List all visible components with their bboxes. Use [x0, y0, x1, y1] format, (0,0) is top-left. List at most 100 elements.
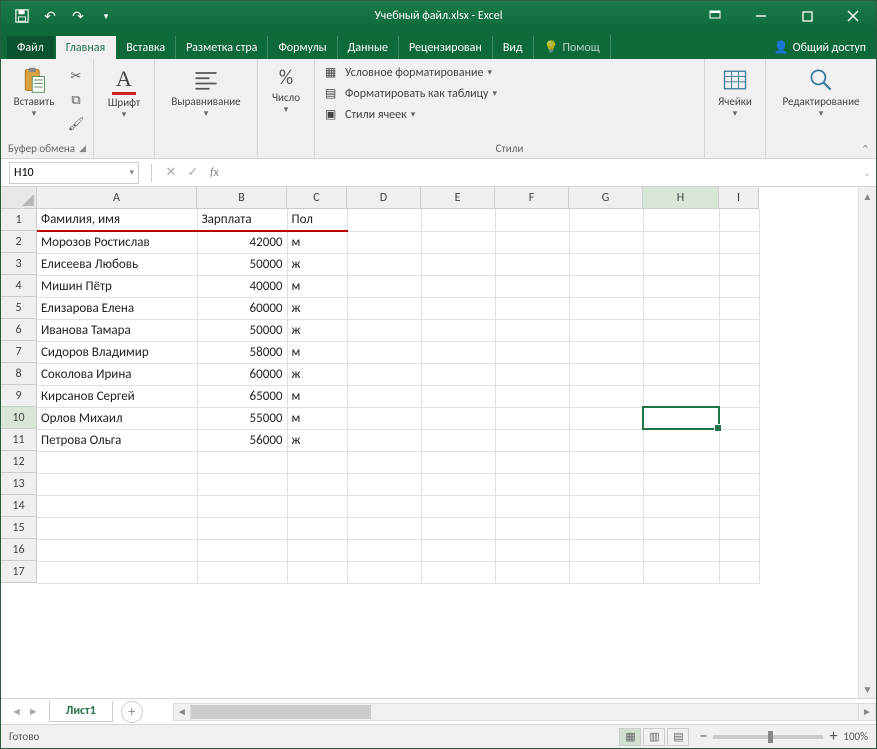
cell[interactable] — [495, 297, 569, 319]
cell[interactable]: 60000 — [197, 363, 287, 385]
cell[interactable]: м — [287, 231, 347, 253]
cell[interactable] — [569, 407, 643, 429]
cell[interactable] — [421, 473, 495, 495]
cell[interactable]: 58000 — [197, 341, 287, 363]
row-header[interactable]: 15 — [1, 517, 37, 539]
scroll-down-icon[interactable]: ▼ — [859, 680, 876, 698]
share-button[interactable]: 👤Общий доступ — [764, 35, 876, 59]
cell[interactable] — [569, 385, 643, 407]
cell[interactable] — [347, 275, 421, 297]
cell[interactable] — [347, 319, 421, 341]
cell[interactable] — [421, 253, 495, 275]
cell[interactable] — [421, 209, 495, 231]
cell[interactable] — [495, 495, 569, 517]
cell[interactable] — [569, 517, 643, 539]
cell[interactable] — [287, 473, 347, 495]
cell[interactable] — [643, 275, 719, 297]
cell[interactable]: Зарплата — [197, 209, 287, 231]
cell[interactable] — [569, 429, 643, 451]
cell[interactable] — [347, 341, 421, 363]
cell[interactable]: Мишин Пётр — [37, 275, 197, 297]
save-icon[interactable] — [9, 3, 35, 29]
cell[interactable] — [37, 539, 197, 561]
row-header[interactable]: 7 — [1, 341, 37, 363]
cell[interactable]: ж — [287, 429, 347, 451]
cell[interactable] — [643, 539, 719, 561]
cell[interactable] — [421, 231, 495, 253]
cell[interactable] — [569, 209, 643, 231]
column-header[interactable]: I — [719, 187, 759, 209]
cell[interactable] — [719, 517, 759, 539]
editing-button[interactable]: Редактирование ▾ — [772, 63, 870, 122]
row-header[interactable]: 4 — [1, 275, 37, 297]
cell[interactable]: Петрова Ольга — [37, 429, 197, 451]
cell[interactable] — [421, 451, 495, 473]
cell[interactable] — [643, 231, 719, 253]
cell[interactable] — [197, 517, 287, 539]
cell[interactable] — [347, 473, 421, 495]
cell[interactable] — [643, 517, 719, 539]
next-sheet-icon[interactable]: ► — [28, 705, 39, 718]
cell[interactable] — [347, 407, 421, 429]
cell[interactable]: ж — [287, 363, 347, 385]
cell[interactable] — [719, 407, 759, 429]
cell[interactable]: ж — [287, 253, 347, 275]
row-header[interactable]: 5 — [1, 297, 37, 319]
paste-button[interactable]: Вставить ▾ — [7, 63, 61, 122]
normal-view-icon[interactable]: ▦ — [619, 728, 641, 746]
cell[interactable] — [719, 473, 759, 495]
prev-sheet-icon[interactable]: ◄ — [11, 705, 22, 718]
tab-review[interactable]: Рецензирован — [399, 36, 493, 59]
minimize-icon[interactable] — [738, 1, 784, 31]
cell[interactable] — [495, 473, 569, 495]
cell[interactable] — [347, 429, 421, 451]
cell[interactable] — [421, 561, 495, 583]
cell[interactable] — [643, 429, 719, 451]
cell[interactable] — [719, 385, 759, 407]
cell[interactable] — [347, 495, 421, 517]
zoom-slider[interactable] — [713, 735, 823, 739]
cell[interactable] — [643, 473, 719, 495]
cell[interactable] — [495, 253, 569, 275]
column-header[interactable]: C — [287, 187, 347, 209]
cell[interactable]: 65000 — [197, 385, 287, 407]
undo-icon[interactable]: ↶ — [37, 3, 63, 29]
tab-file[interactable]: Файл — [7, 36, 54, 59]
cell[interactable]: 40000 — [197, 275, 287, 297]
zoom-level[interactable]: 100% — [843, 730, 868, 743]
column-header[interactable]: F — [495, 187, 569, 209]
cell[interactable]: Пол — [287, 209, 347, 231]
new-sheet-icon[interactable]: + — [121, 701, 143, 723]
cell[interactable]: 42000 — [197, 231, 287, 253]
cell[interactable] — [569, 363, 643, 385]
cell[interactable] — [37, 561, 197, 583]
cell[interactable] — [347, 451, 421, 473]
column-header[interactable]: A — [37, 187, 197, 209]
zoom-out-icon[interactable]: − — [699, 727, 707, 746]
row-header[interactable]: 9 — [1, 385, 37, 407]
maximize-icon[interactable] — [784, 1, 830, 31]
horizontal-scrollbar[interactable]: ◄ ► — [173, 703, 876, 721]
cell[interactable] — [421, 385, 495, 407]
cell[interactable] — [37, 517, 197, 539]
cell[interactable] — [719, 253, 759, 275]
cell[interactable] — [643, 341, 719, 363]
font-button[interactable]: A Шрифт ▾ — [100, 63, 148, 123]
page-layout-view-icon[interactable]: ▥ — [643, 728, 665, 746]
cell[interactable] — [569, 319, 643, 341]
cell[interactable] — [643, 297, 719, 319]
cell[interactable] — [719, 209, 759, 231]
column-header[interactable]: B — [197, 187, 287, 209]
cell[interactable] — [495, 385, 569, 407]
cell[interactable]: 55000 — [197, 407, 287, 429]
column-header[interactable]: G — [569, 187, 643, 209]
tab-insert[interactable]: Вставка — [116, 36, 176, 59]
number-button[interactable]: % Число ▾ — [264, 63, 308, 118]
cell[interactable] — [37, 495, 197, 517]
cell[interactable] — [347, 385, 421, 407]
cell[interactable] — [569, 231, 643, 253]
cell[interactable]: Сидоров Владимир — [37, 341, 197, 363]
cell[interactable] — [495, 319, 569, 341]
cell[interactable] — [347, 253, 421, 275]
row-header[interactable]: 12 — [1, 451, 37, 473]
